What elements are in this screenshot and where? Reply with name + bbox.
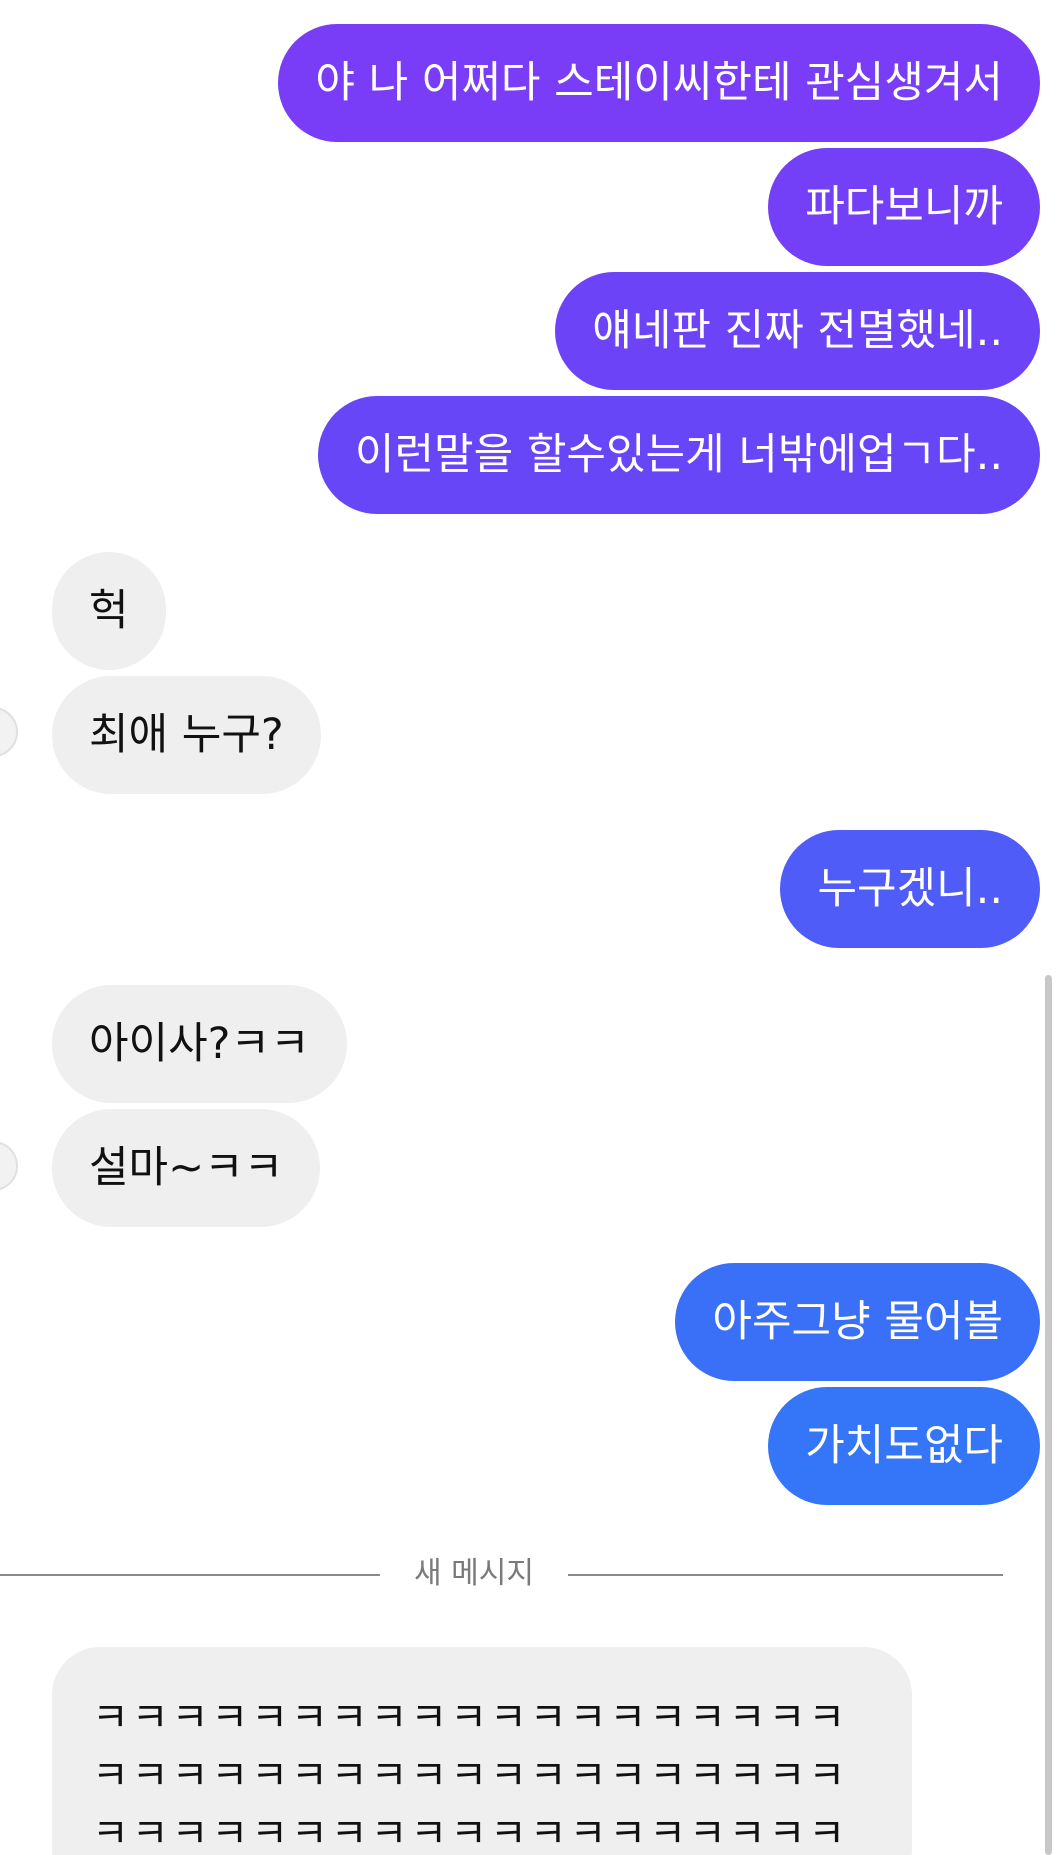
outgoing-message[interactable]: 이런말을 할수있는게 너밖에업ㄱ다.. — [317, 396, 1040, 514]
outgoing-message[interactable]: 누구겠니.. — [780, 830, 1040, 948]
incoming-message[interactable]: 헉 — [52, 552, 166, 670]
outgoing-message[interactable]: 얘네판 진짜 전멸했네.. — [555, 272, 1040, 390]
outgoing-message[interactable]: 파다보니까 — [768, 148, 1040, 266]
new-messages-divider: 새 메시지 — [414, 1556, 534, 1591]
new-messages-divider-line-left — [0, 1574, 380, 1576]
outgoing-message[interactable]: 아주그냥 물어볼 — [675, 1263, 1040, 1381]
chat-thread[interactable]: 야 나 어쩌다 스테이씨한테 관심생겨서 파다보니까 얘네판 진짜 전멸했네..… — [0, 0, 1063, 1855]
sender-avatar[interactable] — [0, 1141, 18, 1191]
outgoing-message[interactable]: 야 나 어쩌다 스테이씨한테 관심생겨서 — [278, 24, 1040, 142]
incoming-message[interactable]: 아이사?ㅋㅋ — [52, 985, 347, 1103]
sender-avatar[interactable] — [0, 707, 18, 757]
new-messages-divider-line-right — [568, 1574, 1003, 1576]
incoming-message[interactable]: 설마~ㅋㅋ — [52, 1109, 321, 1227]
incoming-message[interactable]: 최애 누구? — [52, 676, 321, 794]
incoming-message[interactable]: ㅋㅋㅋㅋㅋㅋㅋㅋㅋㅋㅋㅋㅋㅋㅋㅋㅋㅋㅋㅋㅋㅋㅋㅋㅋㅋㅋㅋㅋㅋㅋㅋㅋㅋㅋㅋㅋㅋㅋㅋ… — [52, 1647, 912, 1855]
scrollbar[interactable] — [1045, 975, 1052, 1855]
outgoing-message[interactable]: 가치도없다 — [768, 1387, 1040, 1505]
